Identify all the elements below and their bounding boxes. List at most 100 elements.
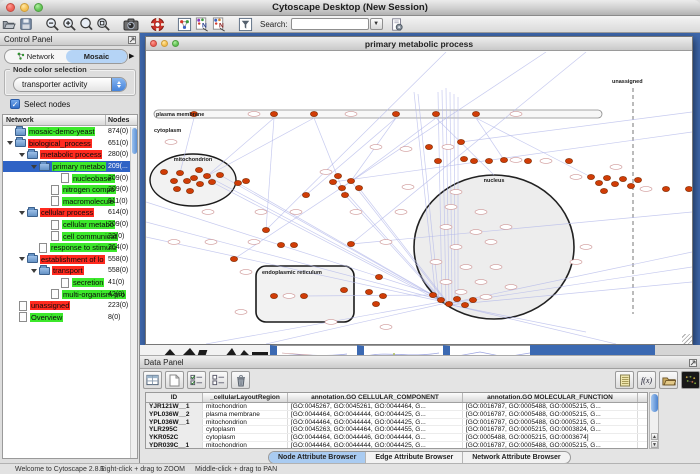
search-config-icon[interactable] <box>389 16 406 32</box>
graph-node[interactable] <box>445 301 452 306</box>
search-dropdown-button[interactable]: ▼ <box>370 18 383 30</box>
window-titlebar[interactable]: Cytoscape Desktop (New Session) <box>0 0 700 16</box>
graph-node[interactable] <box>208 179 215 184</box>
graph-node[interactable] <box>619 176 626 181</box>
column-go-cellular-component[interactable]: annotation.GO CELLULAR_COMPONENT <box>288 393 463 402</box>
graph-node[interactable] <box>461 302 468 307</box>
graph-node[interactable] <box>600 188 607 193</box>
network-overview-icon[interactable] <box>176 16 193 32</box>
graph-node[interactable] <box>186 188 193 193</box>
table-row[interactable]: YPL036W__2plasma membrane[GO:0044464, GO… <box>146 411 647 419</box>
graph-node[interactable] <box>460 156 467 161</box>
graph-node[interactable] <box>341 192 348 197</box>
graph-node[interactable] <box>595 180 602 185</box>
graph-node[interactable] <box>176 170 183 175</box>
tree-row[interactable]: secretion41(0) <box>3 277 137 289</box>
table-row[interactable]: YDR039C__1mitochondrion[GO:0044464, GO:0… <box>146 442 647 449</box>
graph-node[interactable] <box>234 180 241 185</box>
graph-node[interactable] <box>392 111 399 116</box>
graph-node[interactable] <box>524 158 531 163</box>
function-builder-icon[interactable]: f(x) <box>637 371 656 389</box>
table-scrollbar[interactable]: ▲ ▼ <box>649 392 659 449</box>
graph-node[interactable] <box>302 192 309 197</box>
tab-overflow-button[interactable]: ▶ <box>129 52 134 60</box>
attribute-matrix-icon[interactable] <box>143 371 162 389</box>
snapshot-icon[interactable] <box>122 16 139 32</box>
network-canvas[interactable]: plasma membranecytoplasmmitochondrionnuc… <box>146 52 692 344</box>
graph-node[interactable] <box>338 185 345 190</box>
node-color-dropdown[interactable]: transporter activity <box>13 77 127 92</box>
tree-row[interactable]: nucleobase-209(0) <box>3 172 137 184</box>
graph-node[interactable] <box>195 167 202 172</box>
tree-row[interactable]: primary metabo209(... <box>3 161 137 173</box>
scroll-up-icon[interactable]: ▲ <box>651 433 658 440</box>
graph-node[interactable] <box>329 179 336 184</box>
graph-node[interactable] <box>190 175 197 180</box>
filter-icon[interactable] <box>237 16 254 32</box>
zoom-out-icon[interactable] <box>44 16 61 32</box>
graph-node[interactable] <box>340 287 347 292</box>
graph-node[interactable] <box>183 178 190 183</box>
attribute-batch-icon[interactable] <box>681 371 700 389</box>
graph-node[interactable] <box>587 174 594 179</box>
zoom-selected-icon[interactable] <box>95 16 112 32</box>
tab-node-attribute-browser[interactable]: Node Attribute Browser <box>269 452 366 463</box>
graph-node[interactable] <box>173 186 180 191</box>
graph-node[interactable] <box>472 111 479 116</box>
graph-node[interactable] <box>457 139 464 144</box>
vizmapper-alt-icon[interactable]: N <box>210 16 227 32</box>
graph-node[interactable] <box>262 227 269 232</box>
zoom-fit-icon[interactable] <box>78 16 95 32</box>
window-resize-grip[interactable] <box>682 334 692 344</box>
scroll-down-icon[interactable]: ▼ <box>651 441 658 448</box>
table-row[interactable]: YKR052Ccytoplasm[GO:0044464, GO:0044446,… <box>146 434 647 442</box>
graph-node[interactable] <box>347 241 354 246</box>
graph-node[interactable] <box>611 181 618 186</box>
expander-icon[interactable] <box>31 165 37 169</box>
graph-node[interactable] <box>379 293 386 298</box>
graph-node[interactable] <box>425 144 432 149</box>
import-attributes-icon[interactable] <box>659 371 678 389</box>
graph-node[interactable] <box>242 178 249 183</box>
network-view-window[interactable]: primary metabolic process plasma membran… <box>145 36 693 345</box>
zoom-in-icon[interactable] <box>61 16 78 32</box>
table-scrollbar-thumb[interactable] <box>651 394 658 412</box>
open-icon[interactable] <box>0 16 17 32</box>
graph-node[interactable] <box>453 296 460 301</box>
graph-node[interactable] <box>634 177 641 182</box>
expander-icon[interactable] <box>7 141 13 145</box>
graph-node[interactable] <box>437 297 444 302</box>
search-input[interactable] <box>291 18 369 30</box>
tab-network[interactable]: Network <box>5 50 66 63</box>
graph-node[interactable] <box>500 157 507 162</box>
select-attributes-icon[interactable] <box>187 371 206 389</box>
column-cellular-layout-region[interactable]: _cellularLayoutRegion <box>203 393 288 402</box>
tree-row[interactable]: macromolecule311(0) <box>3 196 137 208</box>
graph-node[interactable] <box>334 173 341 178</box>
expander-icon[interactable] <box>19 211 25 215</box>
graph-node[interactable] <box>230 256 237 261</box>
expander-icon[interactable] <box>31 269 37 273</box>
tree-column-nodes[interactable]: Nodes <box>106 115 137 125</box>
select-nodes-checkbox[interactable]: ✓ <box>10 99 20 109</box>
graph-node[interactable] <box>432 111 439 116</box>
tree-row[interactable]: biological_process651(0) <box>3 138 137 150</box>
save-icon[interactable] <box>17 16 34 32</box>
tree-scrollbar-thumb[interactable] <box>132 128 137 154</box>
graph-node[interactable] <box>434 158 441 163</box>
tree-row[interactable]: mosaic-demo-yeast874(0) <box>3 126 137 138</box>
tree-row[interactable]: nitrogen compo209(0) <box>3 184 137 196</box>
graph-node[interactable] <box>365 289 372 294</box>
new-attribute-icon[interactable] <box>165 371 184 389</box>
tab-edge-attribute-browser[interactable]: Edge Attribute Browser <box>366 452 463 463</box>
graph-node[interactable] <box>685 186 692 191</box>
graph-node[interactable] <box>270 293 277 298</box>
graph-node[interactable] <box>429 292 436 297</box>
table-row[interactable]: YJR121W__1mitochondrion[GO:0045267, GO:0… <box>146 403 647 411</box>
graph-node[interactable] <box>485 158 492 163</box>
tree-row[interactable]: cellular metabo209(0) <box>3 219 137 231</box>
graph-node[interactable] <box>469 297 476 302</box>
unselect-attributes-icon[interactable] <box>209 371 228 389</box>
graph-node[interactable] <box>603 175 610 180</box>
table-row[interactable]: YLR295Ccytoplasm[GO:0045263, GO:0044464,… <box>146 426 647 434</box>
